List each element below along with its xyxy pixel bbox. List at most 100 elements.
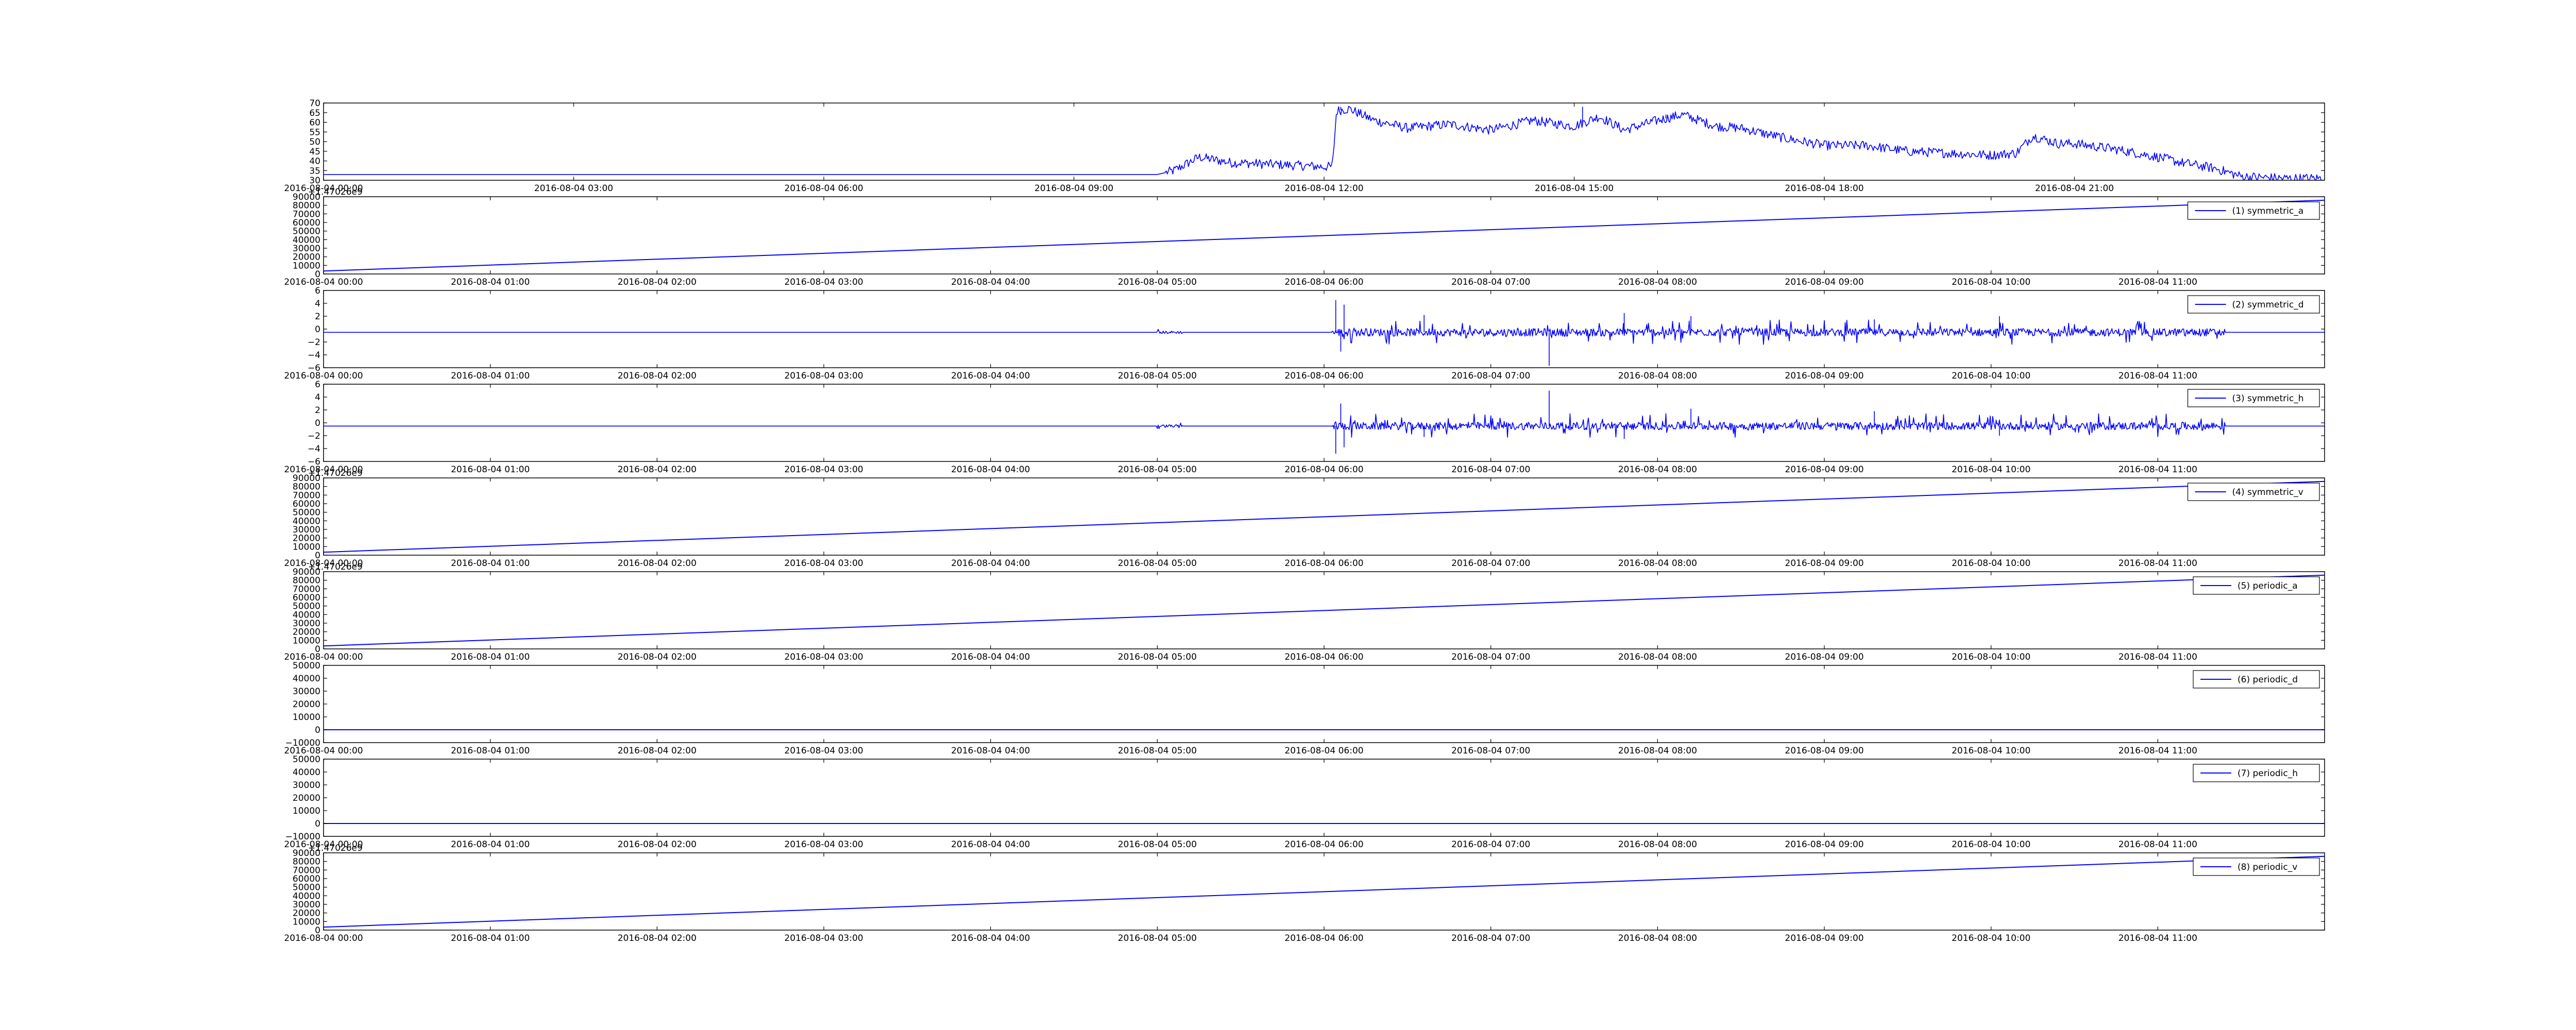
x-tick-label: 2016-08-04 05:00 xyxy=(1118,558,1197,569)
y-tick-label: −10000 xyxy=(285,738,320,748)
y-tick-label: 4 xyxy=(315,392,320,403)
x-tick-label: 2016-08-04 11:00 xyxy=(2119,933,2197,943)
y-tick-label: 40 xyxy=(309,157,320,167)
y-tick-label: 55 xyxy=(309,127,320,138)
x-tick-label: 2016-08-04 06:00 xyxy=(1284,465,1363,475)
y-tick-label: 0 xyxy=(315,324,320,335)
axes-frame xyxy=(323,759,2325,837)
x-tick-label: 2016-08-04 10:00 xyxy=(1952,558,2030,569)
x-tick-label: 2016-08-04 06:00 xyxy=(1284,558,1363,569)
x-tick-label: 2016-08-04 02:00 xyxy=(618,652,697,662)
x-tick-label: 2016-08-04 01:00 xyxy=(451,652,530,662)
x-tick-label: 2016-08-04 04:00 xyxy=(951,746,1030,756)
subplot-5: 2016-08-04 00:00 2016-08-04 01:00 2016-08-… xyxy=(284,468,2325,569)
x-tick-label: 2016-08-04 06:00 xyxy=(1284,277,1363,287)
x-tick-label: 2016-08-04 09:00 xyxy=(1785,465,1863,475)
series-line-3-1 xyxy=(324,300,2325,366)
x-tick-label: 2016-08-04 08:00 xyxy=(1618,371,1697,381)
x-tick-label: 2016-08-04 07:00 xyxy=(1451,746,1530,756)
y-tick-label: 30 xyxy=(309,176,320,186)
x-tick-label: 2016-08-04 01:00 xyxy=(451,277,530,287)
y-tick-label: 65 xyxy=(309,108,320,118)
x-tick-label: 2016-08-04 04:00 xyxy=(951,933,1030,943)
y-tick-label: −4 xyxy=(308,350,320,360)
x-tick-label: 2016-08-04 04:00 xyxy=(951,277,1030,287)
x-tick-label: 2016-08-04 08:00 xyxy=(1618,277,1697,287)
y-offset-label: +1.47026e9 xyxy=(308,562,363,572)
x-tick-label: 2016-08-04 04:00 xyxy=(951,558,1030,569)
x-tick-label: 2016-08-04 02:00 xyxy=(618,839,697,850)
x-tick-label: 2016-08-04 10:00 xyxy=(1952,652,2030,662)
x-tick-label: 2016-08-04 09:00 xyxy=(1035,183,1113,194)
x-tick-label: 2016-08-04 01:00 xyxy=(451,746,530,756)
x-tick-label: 2016-08-04 05:00 xyxy=(1118,746,1197,756)
y-tick-label: 6 xyxy=(315,286,320,296)
x-tick-label: 2016-08-04 11:00 xyxy=(2119,277,2197,287)
x-tick-label: 2016-08-04 02:00 xyxy=(618,371,697,381)
x-tick-label: 2016-08-04 04:00 xyxy=(951,371,1030,381)
x-tick-label: 2016-08-04 08:00 xyxy=(1618,746,1697,756)
y-tick-label: −6 xyxy=(308,363,320,373)
x-tick-label: 2016-08-04 05:00 xyxy=(1118,371,1197,381)
x-tick-label: 2016-08-04 03:00 xyxy=(784,465,863,475)
x-tick-label: 2016-08-04 05:00 xyxy=(1118,652,1197,662)
x-tick-label: 2016-08-04 04:00 xyxy=(951,839,1030,850)
y-tick-label: −2 xyxy=(308,337,320,348)
x-tick-label: 2016-08-04 04:00 xyxy=(951,652,1030,662)
x-tick-label: 2016-08-04 10:00 xyxy=(1952,465,2030,475)
x-tick-label: 2016-08-04 05:00 xyxy=(1118,933,1197,943)
x-tick-label: 2016-08-04 11:00 xyxy=(2119,558,2197,569)
series-line-5-1 xyxy=(324,480,2325,553)
x-tick-label: 2016-08-04 09:00 xyxy=(1785,371,1863,381)
x-tick-label: 2016-08-04 03:00 xyxy=(784,558,863,569)
y-offset-label: +1.47026e9 xyxy=(308,843,363,853)
x-tick-label: 2016-08-04 08:00 xyxy=(1618,839,1697,850)
legend-label: (4) symmetric_v xyxy=(2232,487,2303,497)
x-tick-label: 2016-08-04 03:00 xyxy=(784,371,863,381)
legend: (2) symmetric_d xyxy=(2187,295,2320,314)
y-tick-label: 30000 xyxy=(293,686,320,697)
y-tick-label: 6 xyxy=(315,380,320,390)
x-tick-label: 2016-08-04 02:00 xyxy=(618,465,697,475)
x-tick-label: 2016-08-04 11:00 xyxy=(2119,371,2197,381)
x-tick-label: 2016-08-04 11:00 xyxy=(2119,746,2197,756)
x-tick-label: 2016-08-04 09:00 xyxy=(1785,839,1863,850)
x-tick-label: 2016-08-04 00:00 xyxy=(284,277,363,287)
y-tick-label: 50000 xyxy=(293,661,320,671)
x-tick-label: 2016-08-04 10:00 xyxy=(1952,746,2030,756)
x-tick-label: 2016-08-04 08:00 xyxy=(1618,465,1697,475)
y-tick-label: 4 xyxy=(315,299,320,309)
x-tick-label: 2016-08-04 11:00 xyxy=(2119,839,2197,850)
legend-label: (3) symmetric_h xyxy=(2232,393,2304,404)
axes-frame xyxy=(323,665,2325,743)
subplot-4: 2016-08-04 00:00 2016-08-04 01:00 2016-08-… xyxy=(284,380,2325,475)
y-tick-label: 50 xyxy=(309,137,320,147)
x-tick-label: 2016-08-04 03:00 xyxy=(784,839,863,850)
x-tick-label: 2016-08-04 03:00 xyxy=(784,933,863,943)
legend-label: (5) periodic_a xyxy=(2238,581,2298,591)
x-tick-label: 2016-08-04 07:00 xyxy=(1451,652,1530,662)
series-line-9-1 xyxy=(324,855,2325,928)
series-line-6-1 xyxy=(324,574,2325,647)
x-tick-label: 2016-08-04 08:00 xyxy=(1618,652,1697,662)
x-tick-label: 2016-08-04 10:00 xyxy=(1952,933,2030,943)
x-tick-label: 2016-08-04 06:00 xyxy=(784,183,863,194)
y-tick-label: 40000 xyxy=(293,767,320,778)
legend: (3) symmetric_h xyxy=(2187,389,2320,407)
y-tick-label: 2 xyxy=(315,312,320,322)
y-tick-label: 10000 xyxy=(293,712,320,723)
x-tick-label: 2016-08-04 09:00 xyxy=(1785,277,1863,287)
x-tick-label: 2016-08-04 09:00 xyxy=(1785,933,1863,943)
x-tick-label: 2016-08-04 01:00 xyxy=(451,558,530,569)
y-tick-label: 10000 xyxy=(293,806,320,816)
legend-label: (1) symmetric_a xyxy=(2232,206,2304,216)
x-tick-label: 2016-08-04 02:00 xyxy=(618,933,697,943)
x-tick-label: 2016-08-04 05:00 xyxy=(1118,465,1197,475)
y-tick-label: 35 xyxy=(309,166,320,176)
x-tick-label: 2016-08-04 10:00 xyxy=(1952,277,2030,287)
y-tick-label: 0 xyxy=(315,725,320,735)
axes-frame xyxy=(323,290,2325,368)
x-tick-label: 2016-08-04 08:00 xyxy=(1618,558,1697,569)
x-tick-label: 2016-08-04 07:00 xyxy=(1451,371,1530,381)
y-tick-label: 45 xyxy=(309,147,320,157)
